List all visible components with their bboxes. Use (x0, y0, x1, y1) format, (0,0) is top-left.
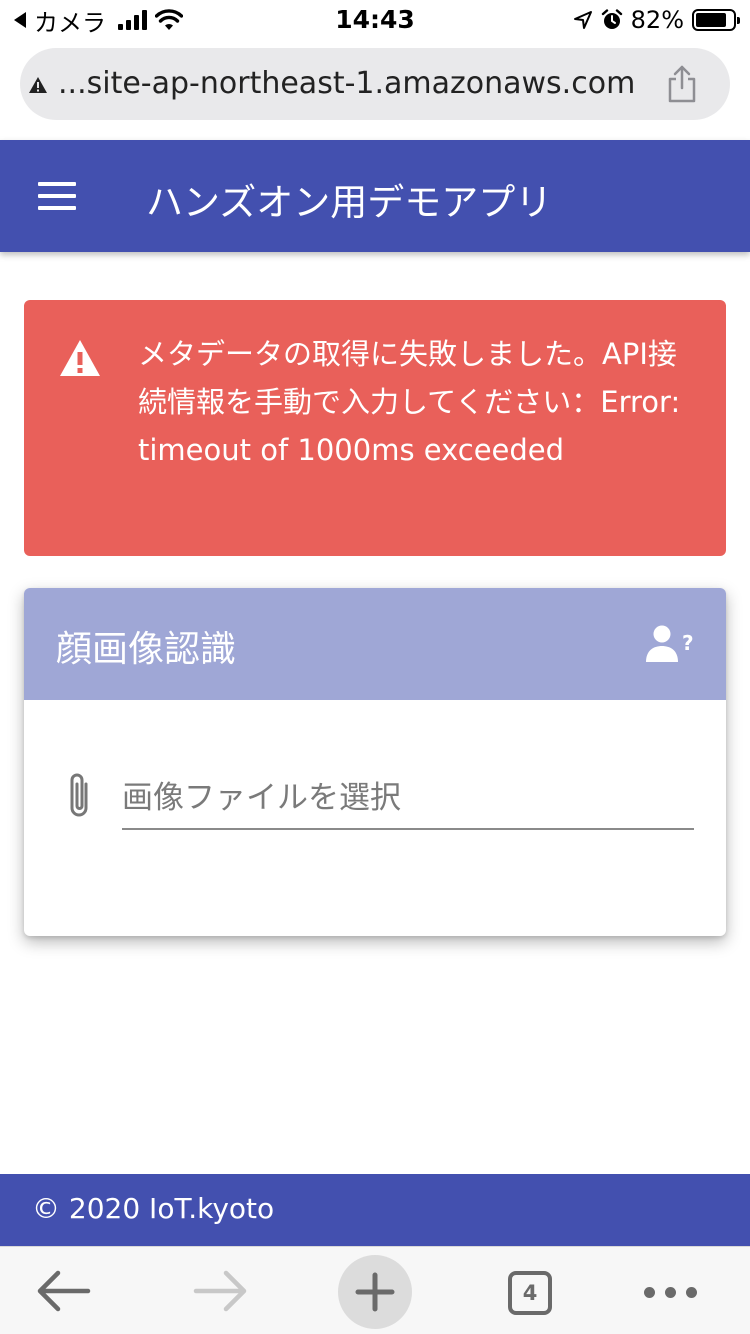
url-bar[interactable]: ...site-ap-northeast-1.amazonaws.com (20, 48, 730, 120)
person-question-icon[interactable]: ? (646, 624, 696, 664)
alarm-icon (601, 9, 622, 29)
footer-copyright: © 2020 IoT.kyoto (32, 1192, 275, 1225)
browser-toolbar: 4 (0, 1246, 750, 1334)
file-select-input[interactable]: 画像ファイルを選択 (62, 764, 696, 830)
input-underline (122, 828, 694, 830)
status-bar: カメラ 14:43 82% (0, 0, 750, 40)
battery-percent: 82% (630, 6, 684, 34)
card-header: 顔画像認識 ? (24, 588, 726, 700)
url-text[interactable]: ...site-ap-northeast-1.amazonaws.com (58, 66, 648, 101)
more-dots-icon (644, 1287, 697, 1298)
new-tab-button[interactable] (338, 1255, 412, 1329)
back-arrow-icon (37, 1270, 91, 1312)
warning-icon (29, 77, 47, 93)
footer: © 2020 IoT.kyoto (0, 1174, 750, 1246)
paperclip-icon (70, 773, 88, 817)
plus-icon (355, 1272, 395, 1312)
location-icon (573, 11, 592, 29)
file-placeholder: 画像ファイルを選択 (122, 780, 401, 816)
share-icon[interactable] (664, 64, 700, 104)
forward-button[interactable] (186, 1255, 254, 1327)
svg-text:?: ? (682, 631, 694, 655)
warning-icon (60, 340, 100, 376)
card-title: 顔画像認識 (56, 629, 237, 670)
forward-arrow-icon (193, 1270, 247, 1312)
status-right: 82% (573, 6, 740, 34)
error-alert: メタデータの取得に失敗しました。API接続情報を手動で入力してください：Erro… (24, 300, 726, 556)
battery-level (696, 13, 726, 27)
tabs-icon: 4 (508, 1271, 552, 1315)
face-recognition-card: 顔画像認識 ? 画像ファイルを選択 (24, 588, 726, 936)
browser-url-area: ...site-ap-northeast-1.amazonaws.com (0, 40, 750, 140)
alert-message: メタデータの取得に失敗しました。API接続情報を手動で入力してください：Erro… (138, 337, 681, 467)
back-button[interactable] (30, 1255, 98, 1327)
hamburger-menu-icon[interactable] (38, 182, 76, 210)
app-bar: ハンズオン用デモアプリ (0, 140, 750, 252)
tabs-button[interactable]: 4 (502, 1255, 558, 1327)
battery-icon (692, 9, 740, 31)
app-title: ハンズオン用デモアプリ (146, 181, 553, 224)
more-button[interactable] (640, 1255, 706, 1327)
